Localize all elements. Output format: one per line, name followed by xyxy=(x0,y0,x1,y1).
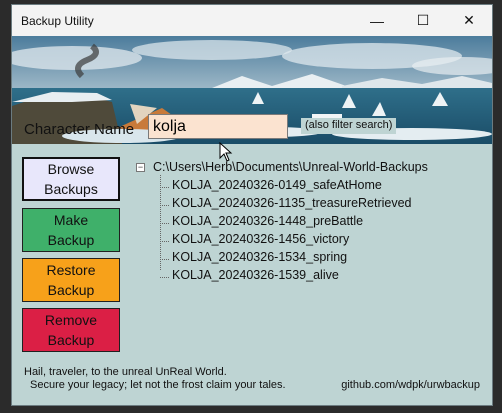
minimize-button[interactable]: — xyxy=(354,5,400,36)
tree-root-path[interactable]: C:\Users\Herb\Documents\Unreal-World-Bac… xyxy=(153,160,428,174)
footer-line-1: Hail, traveler, to the unreal UnReal Wor… xyxy=(24,366,227,378)
character-name-input[interactable] xyxy=(148,114,288,139)
collapse-icon[interactable]: − xyxy=(136,163,145,172)
backup-tree[interactable]: − C:\Users\Herb\Documents\Unreal-World-B… xyxy=(136,160,476,290)
footer-message: Hail, traveler, to the unreal UnReal Wor… xyxy=(24,366,286,392)
close-button[interactable]: ✕ xyxy=(446,5,492,36)
title-bar[interactable]: Backup Utility — ☐ ✕ xyxy=(12,5,492,36)
character-name-label: Character Name xyxy=(24,121,135,138)
maximize-button[interactable]: ☐ xyxy=(400,5,446,36)
filter-hint: (also filter search) xyxy=(301,118,397,134)
window-title: Backup Utility xyxy=(21,14,94,28)
remove-backup-button[interactable]: Remove Backup xyxy=(22,308,120,352)
app-window: Backup Utility — ☐ ✕ Character Name kolj… xyxy=(12,5,492,405)
footer-line-2: Secure your legacy; let not the frost cl… xyxy=(30,379,286,391)
github-link[interactable]: github.com/wdpk/urwbackup xyxy=(341,379,480,391)
browse-backups-button[interactable]: Browse Backups xyxy=(22,157,120,201)
make-backup-button[interactable]: Make Backup xyxy=(22,208,120,252)
mouse-pointer-icon xyxy=(219,142,233,162)
restore-backup-button[interactable]: Restore Backup xyxy=(22,258,120,302)
